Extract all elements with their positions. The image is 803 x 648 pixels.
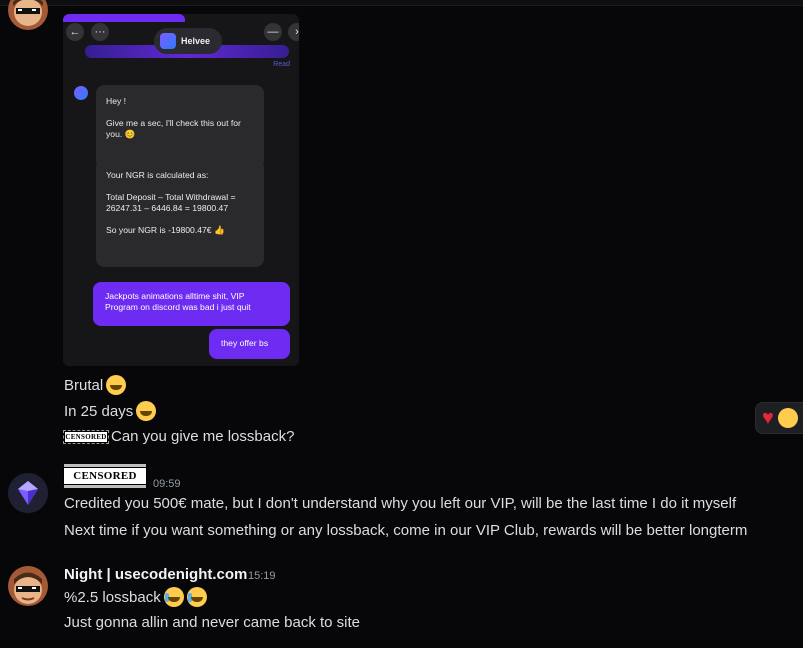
back-arrow-icon: ← bbox=[66, 23, 84, 41]
bot-message: Hey ! Give me a sec, I'll check this out… bbox=[96, 85, 264, 168]
read-receipt: Read bbox=[273, 61, 290, 68]
message-text: Next time if you want something or any l… bbox=[64, 522, 748, 539]
heart-icon[interactable]: ♥ bbox=[762, 408, 774, 428]
top-edge bbox=[0, 0, 803, 6]
minimize-icon: — bbox=[264, 23, 282, 41]
more-icon: ··· bbox=[91, 23, 109, 41]
chat-message: Brutal bbox=[64, 375, 127, 395]
chat-message: CENSORED Can you give me lossback? bbox=[63, 428, 295, 445]
chat-message: In 25 days bbox=[64, 401, 157, 421]
crying-face-icon bbox=[163, 587, 184, 607]
timestamp: 15:19 bbox=[248, 570, 276, 582]
message-text: %2.5 lossback bbox=[64, 588, 161, 606]
user-message: they offer bs bbox=[209, 329, 290, 359]
message-text: Just gonna allin and never came back to … bbox=[64, 614, 361, 631]
close-icon: › bbox=[288, 23, 299, 41]
grinning-squint-emoji-icon bbox=[136, 401, 157, 421]
chat-message: Just gonna allin and never came back to … bbox=[64, 614, 360, 631]
helvee-avatar[interactable] bbox=[8, 473, 48, 513]
agent-pill: Helvee bbox=[154, 28, 222, 54]
message-text: Can you give me lossback? bbox=[111, 428, 295, 445]
reaction-bar[interactable]: ♥ bbox=[755, 402, 803, 434]
night-avatar[interactable] bbox=[8, 566, 48, 606]
message-text: Credited you 500€ mate, but I don't unde… bbox=[64, 495, 737, 512]
emoji-icon[interactable] bbox=[777, 408, 798, 428]
agent-name: Helvee bbox=[181, 36, 211, 46]
chat-message: %2.5 lossback bbox=[64, 587, 207, 607]
grinning-squint-emoji-icon bbox=[106, 375, 127, 395]
user-message: Jackpots animations alltime shit, VIP Pr… bbox=[93, 282, 290, 326]
tears-of-joy-icon bbox=[186, 587, 207, 607]
screenshot-header: ← ··· Helvee — › bbox=[63, 14, 299, 58]
helvee-logo-icon bbox=[160, 33, 176, 49]
message-text: Brutal bbox=[64, 376, 104, 394]
attached-screenshot[interactable]: ← ··· Helvee — › Read Hey ! Give me a se… bbox=[63, 14, 299, 366]
censored-sticker: CENSORED bbox=[63, 429, 109, 444]
author-name[interactable]: Night | usecodenight.com bbox=[64, 566, 247, 583]
chat-message: Credited you 500€ mate, but I don't unde… bbox=[64, 495, 736, 512]
bot-message: Your NGR is calculated as: Total Deposit… bbox=[96, 159, 264, 267]
reply-header: CENSORED bbox=[63, 466, 147, 485]
censored-author[interactable]: CENSORED bbox=[63, 467, 147, 485]
message-text: In 25 days bbox=[64, 402, 134, 420]
bot-avatar-icon bbox=[74, 86, 88, 100]
chat-message: Next time if you want something or any l… bbox=[64, 522, 747, 539]
user-avatar[interactable] bbox=[8, 0, 48, 30]
timestamp: 09:59 bbox=[153, 478, 181, 490]
